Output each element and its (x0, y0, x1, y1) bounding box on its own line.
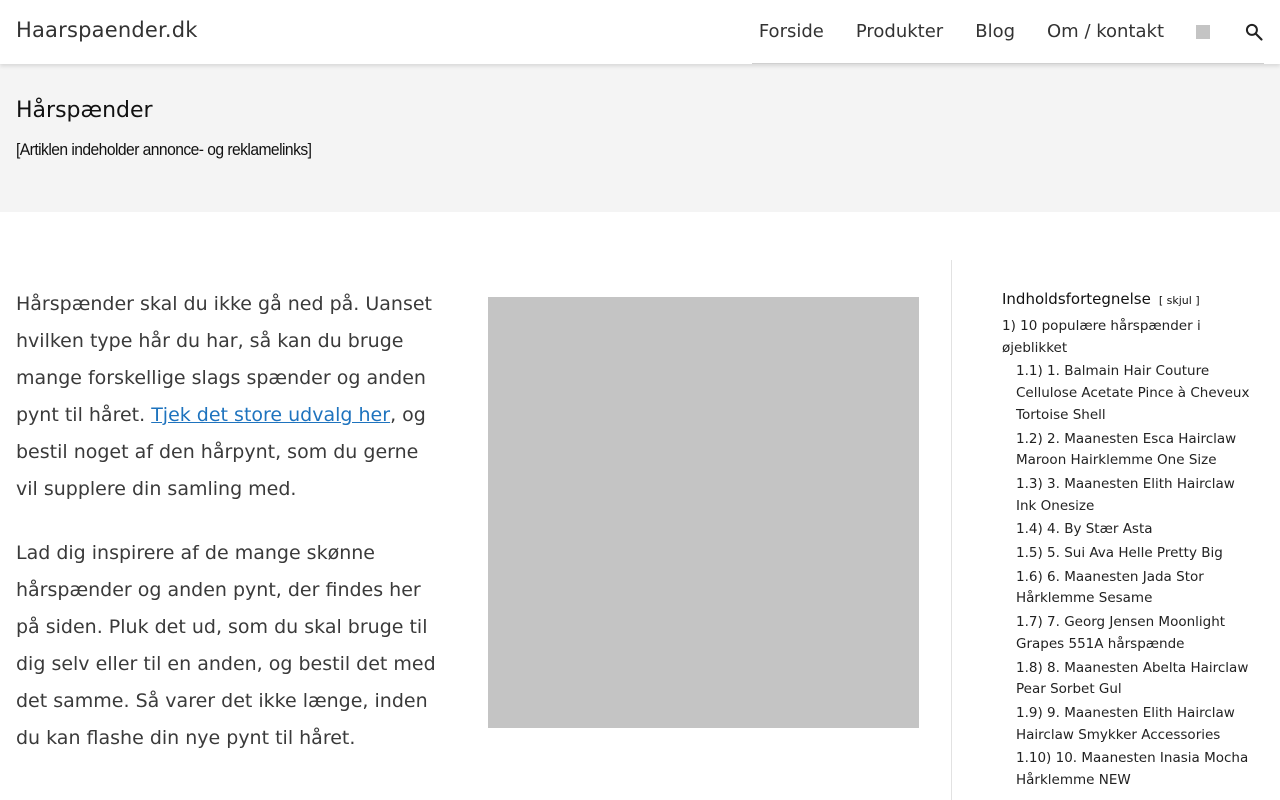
toc-toggle-button[interactable]: [ skjul ] (1159, 294, 1200, 307)
toc-item[interactable]: 1.4) 4. By Stær Asta (1002, 519, 1252, 541)
placeholder-square-icon[interactable] (1196, 25, 1210, 39)
site-header: Haarspaender.dk Forside Produkter Blog O… (0, 0, 1280, 64)
toc-item[interactable]: 1.8) 8. Maanesten Abelta Hairclaw Pear S… (1002, 658, 1252, 701)
toc-item[interactable]: 1.1) 1. Balmain Hair Couture Cellulose A… (1002, 361, 1252, 426)
toc-item[interactable]: 1.10) 10. Maanesten Inasia Mocha Hårklem… (1002, 748, 1252, 791)
main-nav: Forside Produkter Blog Om / kontakt (759, 0, 1280, 64)
toc-link[interactable]: 1.10) 10. Maanesten Inasia Mocha Hårklem… (1016, 750, 1248, 788)
toc-item[interactable]: 1.3) 3. Maanesten Elith Hairclaw Ink One… (1002, 474, 1252, 517)
toc-title: Indholdsfortegnelse (1002, 290, 1151, 308)
toc-link[interactable]: 1.1) 1. Balmain Hair Couture Cellulose A… (1016, 363, 1249, 422)
table-of-contents: Indholdsfortegnelse [ skjul ] 1) 10 popu… (1002, 290, 1252, 794)
toc-header: Indholdsfortegnelse [ skjul ] (1002, 290, 1252, 308)
toc-link[interactable]: 1.7) 7. Georg Jensen Moonlight Grapes 55… (1016, 614, 1225, 652)
nav-underline (752, 63, 1264, 64)
ad-notice: [Artiklen indeholder annonce- og reklame… (16, 140, 312, 159)
toc-link[interactable]: 1) 10 populære hårspænder i øjeblikket (1002, 318, 1201, 356)
inspiration-paragraph: Lad dig inspirere af de mange skønne hår… (16, 542, 436, 749)
page-title: Hårspænder (16, 98, 153, 123)
toc-link[interactable]: 1.2) 2. Maanesten Esca Hairclaw Maroon H… (1016, 431, 1236, 469)
toc-item[interactable]: 1.9) 9. Maanesten Elith Hairclaw Haircla… (1002, 703, 1252, 746)
toc-list: 1) 10 populære hårspænder i øjeblikket 1… (1002, 316, 1252, 792)
site-title-link[interactable]: Haarspaender.dk (16, 18, 198, 42)
nav-item-produkter[interactable]: Produkter (856, 0, 943, 64)
nav-item-om-kontakt[interactable]: Om / kontakt (1047, 0, 1164, 64)
article-content: Hårspænder skal du ikke gå ned på. Uanse… (16, 286, 446, 784)
toc-link[interactable]: 1.3) 3. Maanesten Elith Hairclaw Ink One… (1016, 476, 1235, 514)
intro-paragraph: Hårspænder skal du ikke gå ned på. Uanse… (16, 286, 446, 508)
toc-item[interactable]: 1.2) 2. Maanesten Esca Hairclaw Maroon H… (1002, 429, 1252, 472)
search-icon[interactable] (1244, 22, 1264, 42)
browse-selection-link[interactable]: Tjek det store udvalg her (151, 404, 390, 426)
toc-item[interactable]: 1) 10 populære hårspænder i øjeblikket (1002, 316, 1252, 359)
toc-link[interactable]: 1.8) 8. Maanesten Abelta Hairclaw Pear S… (1016, 660, 1248, 698)
toc-link[interactable]: 1.5) 5. Sui Ava Helle Pretty Big (1016, 545, 1223, 561)
product-image-placeholder (488, 297, 919, 728)
toc-item[interactable]: 1.7) 7. Georg Jensen Moonlight Grapes 55… (1002, 612, 1252, 655)
nav-item-blog[interactable]: Blog (975, 0, 1015, 64)
toc-link[interactable]: 1.4) 4. By Stær Asta (1016, 521, 1153, 537)
toc-link[interactable]: 1.6) 6. Maanesten Jada Stor Hårklemme Se… (1016, 569, 1204, 607)
nav-item-forside[interactable]: Forside (759, 0, 824, 64)
sidebar-divider (951, 260, 952, 800)
toc-item[interactable]: 1.5) 5. Sui Ava Helle Pretty Big (1002, 543, 1252, 565)
toc-item[interactable]: 1.6) 6. Maanesten Jada Stor Hårklemme Se… (1002, 567, 1252, 610)
toc-link[interactable]: 1.9) 9. Maanesten Elith Hairclaw Haircla… (1016, 705, 1235, 743)
page-title-band: Hårspænder [Artiklen indeholder annonce-… (0, 64, 1280, 212)
